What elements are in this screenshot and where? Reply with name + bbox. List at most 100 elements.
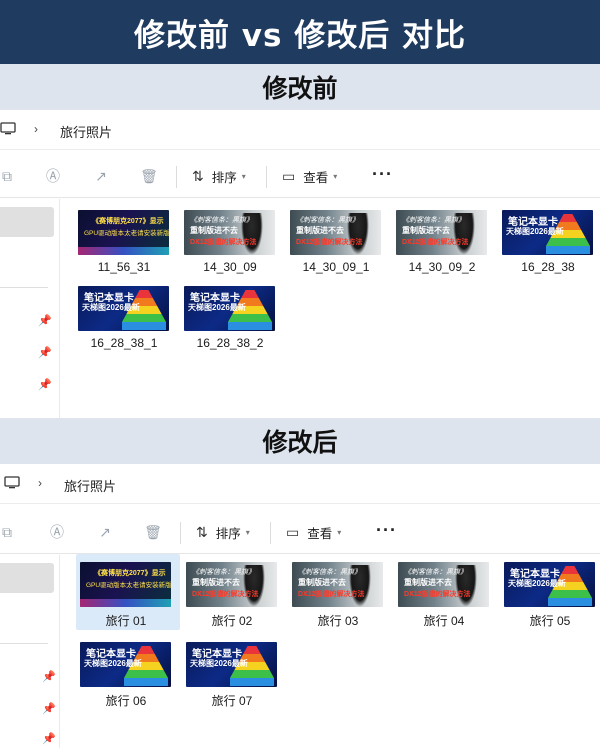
file-item[interactable]: 《刺客信条：黑旗》 重制版进不去 DX12报错的解决方法旅行 03 xyxy=(288,554,392,630)
breadcrumb-folder[interactable]: 旅行照片 xyxy=(60,122,112,141)
thumbnail-image: 《刺客信条：黑旗》 重制版进不去 DX12报错的解决方法 xyxy=(396,210,487,255)
thumb-decor xyxy=(80,599,171,607)
file-name: 16_28_38_1 xyxy=(90,336,158,350)
thumbnail-image: 《刺客信条：黑旗》 重制版进不去 DX12报错的解决方法 xyxy=(398,562,489,607)
file-name: 旅行 06 xyxy=(105,694,147,708)
pyramid-band xyxy=(546,238,590,246)
thumb-text: 重制版进不去 xyxy=(190,226,238,235)
file-name: 16_28_38_2 xyxy=(196,336,264,350)
view-label: 查看 xyxy=(307,526,333,541)
chevron-right-icon[interactable]: › xyxy=(38,476,42,490)
file-name: 旅行 03 xyxy=(317,614,359,628)
computer-icon[interactable] xyxy=(0,122,16,135)
computer-icon[interactable] xyxy=(4,476,20,489)
chevron-right-icon[interactable]: › xyxy=(34,122,38,136)
sort-icon: ⇅ xyxy=(196,523,208,540)
thumb-text: 天梯图2026最新 xyxy=(188,303,246,312)
more-options-button[interactable]: ··· xyxy=(372,164,393,185)
toolbar-divider xyxy=(176,166,177,188)
pin-icon[interactable]: 📌 xyxy=(38,379,52,391)
thumbnail-image: 笔记本显卡 天梯图2026最新 xyxy=(186,642,277,687)
command-toolbar: ⧉ Ⓐ ↗ 🗑 ⇅ 排序 ▾ ▭ 查看 ▾ ··· xyxy=(0,154,600,198)
view-icon: ▭ xyxy=(286,523,300,540)
file-item[interactable]: 《赛博朋克2077》显示 GPU驱动版本太老请安装新版本 11_56_31 xyxy=(74,202,178,278)
delete-icon[interactable]: 🗑 xyxy=(144,523,162,541)
rename-icon[interactable]: Ⓐ xyxy=(44,167,62,185)
view-button[interactable]: ▭ 查看 ▾ xyxy=(282,165,337,187)
file-item[interactable]: 《刺客信条：黑旗》 重制版进不去 DX12报错的解决方法 14_30_09_2 xyxy=(392,202,496,278)
thumb-text: DX12报错的解决方法 xyxy=(296,239,363,246)
more-options-button[interactable]: ··· xyxy=(376,520,397,541)
pyramid-band xyxy=(122,314,166,322)
after-explorer: › 旅行照片 ⧉ Ⓐ ↗ 🗑 ⇅ 排序 ▾ ▭ 查看 ▾ ··· 📌 📌 📌 《… xyxy=(0,464,600,748)
nav-selected-item[interactable] xyxy=(0,207,54,237)
file-item[interactable]: 笔记本显卡 天梯图2026最新 旅行 07 xyxy=(182,634,286,710)
file-name: 旅行 01 xyxy=(105,614,147,628)
thumb-decor xyxy=(78,247,169,255)
thumb-text: 天梯图2026最新 xyxy=(508,579,566,588)
thumb-text: DX12报错的解决方法 xyxy=(404,591,471,598)
thumbnail-image: 《刺客信条：黑旗》 重制版进不去 DX12报错的解决方法 xyxy=(290,210,381,255)
rename-icon[interactable]: Ⓐ xyxy=(48,523,66,541)
thumb-text: DX12报错的解决方法 xyxy=(402,239,469,246)
pyramid-band xyxy=(228,322,272,330)
address-bar[interactable]: › 旅行照片 xyxy=(0,110,600,150)
share-icon[interactable]: ↗ xyxy=(96,523,114,541)
file-item[interactable]: 《刺客信条：黑旗》 重制版进不去 DX12报错的解决方法 旅行 04 xyxy=(394,554,498,630)
file-item[interactable]: 笔记本显卡 天梯图2026最新 16_28_38_2 xyxy=(180,278,284,354)
view-button[interactable]: ▭ 查看 ▾ xyxy=(286,521,341,543)
thumb-text: 《赛博朋克2077》显示 xyxy=(94,570,166,577)
command-toolbar: ⧉ Ⓐ ↗ 🗑 ⇅ 排序 ▾ ▭ 查看 ▾ ··· xyxy=(0,510,600,554)
thumb-text: 重制版进不去 xyxy=(402,226,450,235)
thumbnail-image: 《刺客信条：黑旗》 重制版进不去 DX12报错的解决方法 xyxy=(186,562,277,607)
pyramid-band xyxy=(124,670,168,678)
pyramid-band xyxy=(122,322,166,330)
file-item[interactable]: 《刺客信条：黑旗》 重制版进不去 DX12报错的解决方法 14_30_09_1 xyxy=(286,202,390,278)
file-item[interactable]: 《刺客信条：黑旗》 重制版进不去 DX12报错的解决方法 14_30_09 xyxy=(180,202,284,278)
thumb-text: 天梯图2026最新 xyxy=(84,659,142,668)
nav-divider xyxy=(0,287,48,288)
copy-icon[interactable]: ⧉ xyxy=(0,167,16,185)
toolbar-divider xyxy=(266,166,267,188)
file-item[interactable]: 笔记本显卡 天梯图2026最新 16_28_38_1 xyxy=(74,278,178,354)
thumb-text: 《赛博朋克2077》显示 xyxy=(92,218,164,225)
sort-icon: ⇅ xyxy=(192,167,204,184)
file-item[interactable]: 《刺客信条：黑旗》 重制版进不去 DX12报错的解决方法 旅行 02 xyxy=(182,554,286,630)
nav-selected-item[interactable] xyxy=(0,563,54,593)
toolbar-divider xyxy=(270,522,271,544)
pin-icon[interactable]: 📌 xyxy=(42,671,56,683)
file-item[interactable]: 笔记本显卡 天梯图2026最新 16_28_38 xyxy=(498,202,600,278)
file-item[interactable]: 笔记本显卡 天梯图2026最新旅行 06 xyxy=(76,634,180,710)
sort-button[interactable]: ⇅ 排序 ▾ xyxy=(196,521,250,543)
address-bar[interactable]: › 旅行照片 xyxy=(0,464,600,504)
before-explorer: › 旅行照片 ⧉ Ⓐ ↗ 🗑 ⇅ 排序 ▾ ▭ 查看 ▾ ··· 📌 📌 📌 《… xyxy=(0,110,600,418)
pyramid-band xyxy=(548,598,592,606)
copy-icon[interactable]: ⧉ xyxy=(0,523,16,541)
thumb-text: 重制版进不去 xyxy=(404,578,452,587)
sort-button[interactable]: ⇅ 排序 ▾ xyxy=(192,165,246,187)
pin-icon[interactable]: 📌 xyxy=(42,703,56,715)
thumbnail-image: 《刺客信条：黑旗》 重制版进不去 DX12报错的解决方法 xyxy=(292,562,383,607)
breadcrumb-folder[interactable]: 旅行照片 xyxy=(64,476,116,495)
file-name: 14_30_09 xyxy=(203,260,257,274)
thumb-text: 《刺客信条：黑旗》 xyxy=(192,569,255,576)
file-item[interactable]: 笔记本显卡 天梯图2026最新 旅行 05 xyxy=(500,554,600,630)
thumb-text: 《刺客信条：黑旗》 xyxy=(296,217,359,224)
pin-icon[interactable]: 📌 xyxy=(42,733,56,745)
thumbnail-image: 笔记本显卡 天梯图2026最新 xyxy=(80,642,171,687)
pin-icon[interactable]: 📌 xyxy=(38,347,52,359)
share-icon[interactable]: ↗ xyxy=(92,167,110,185)
pin-icon[interactable]: 📌 xyxy=(38,315,52,327)
nav-divider xyxy=(0,643,48,644)
thumb-text: 天梯图2026最新 xyxy=(190,659,248,668)
sort-label: 排序 xyxy=(215,526,241,541)
file-name: 16_28_38 xyxy=(521,260,575,274)
thumb-text: DX12报错的解决方法 xyxy=(190,239,257,246)
before-section-title: 修改前 xyxy=(0,64,600,110)
pyramid-band xyxy=(230,678,274,686)
thumbnail-image: 《赛博朋克2077》显示 GPU驱动版本太老请安装新版本 xyxy=(78,210,169,255)
thumbnail-image: 《赛博朋克2077》显示 GPU驱动版本太老请安装新版本 xyxy=(80,562,171,607)
delete-icon[interactable]: 🗑 xyxy=(140,167,158,185)
file-item[interactable]: 《赛博朋克2077》显示 GPU驱动版本太老请安装新版本旅行 01 xyxy=(76,554,180,630)
thumbnail-image: 《刺客信条：黑旗》 重制版进不去 DX12报错的解决方法 xyxy=(184,210,275,255)
